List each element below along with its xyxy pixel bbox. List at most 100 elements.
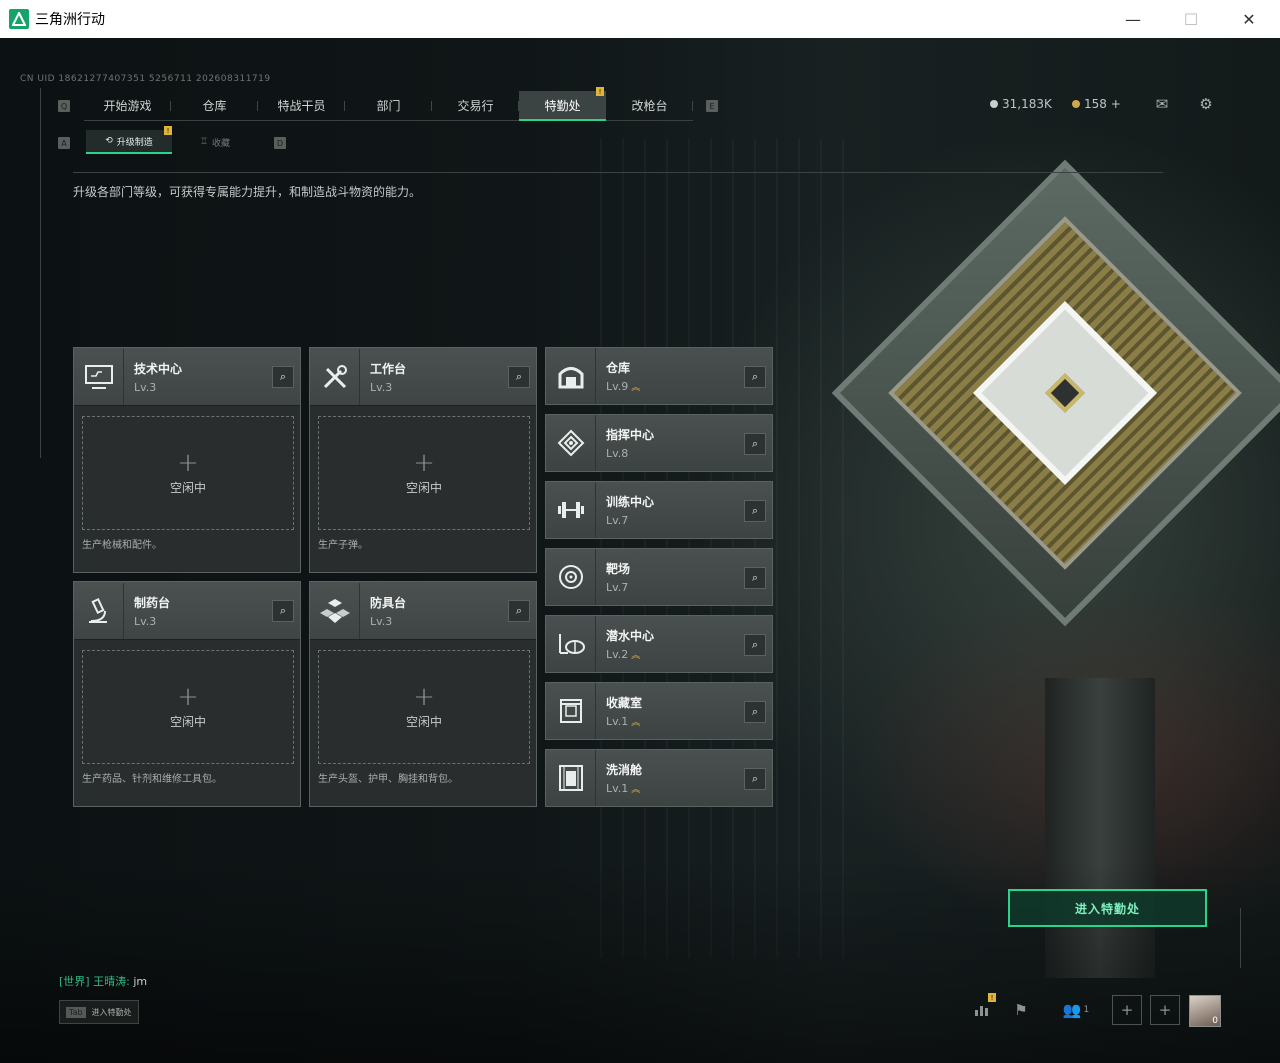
building-shooting-range[interactable]: 靶场 Lv.7 ⌕ [545, 548, 773, 606]
flag-icon[interactable]: ⚑ [1006, 995, 1036, 1025]
coin-icon [990, 100, 998, 108]
search-icon[interactable]: ⌕ [744, 433, 766, 455]
maximize-button[interactable]: ☐ [1168, 0, 1214, 38]
avatar[interactable]: 0 [1189, 995, 1221, 1027]
prev-subtab-key[interactable]: A [58, 137, 70, 149]
frame-line-left [40, 88, 41, 458]
production-card-armor[interactable]: 防具台 Lv.3 ⌕ + 空闲中 生产头盔、护甲、胸挂和背包。 [309, 581, 537, 807]
production-slot-area: + 空闲中 生产头盔、护甲、胸挂和背包。 [310, 640, 536, 806]
main-tabs: 开始游戏 仓库 特战干员 部门 交易行 特勤处! 改枪台 [84, 87, 693, 121]
search-icon[interactable]: ⌕ [744, 366, 766, 388]
card-description: 生产头盔、护甲、胸挂和背包。 [318, 774, 458, 785]
next-subtab-key[interactable]: D [274, 137, 286, 149]
mail-icon[interactable]: ✉ [1152, 94, 1172, 114]
upgrade-arrow-icon: ︽ [631, 383, 641, 393]
tab-label: 仓库 [202, 99, 227, 113]
building-level-row: Lv.1 ︽ [606, 782, 642, 795]
close-button[interactable]: ✕ [1226, 0, 1272, 38]
coin-amount: 31,183K [1002, 97, 1052, 111]
production-slot-area: + 空闲中 生产药品、针剂和维修工具包。 [74, 640, 300, 806]
prev-tab-key[interactable]: Q [58, 100, 70, 112]
settings-gear-icon[interactable]: ⚙ [1196, 94, 1216, 114]
production-slot[interactable]: + 空闲中 [82, 650, 294, 764]
add-friend-slot-1[interactable]: + [1112, 995, 1142, 1025]
enter-special-ops-button[interactable]: 进入特勤处 [1008, 889, 1207, 927]
search-icon[interactable]: ⌕ [744, 634, 766, 656]
tab-department[interactable]: 部门 [345, 91, 432, 121]
production-card-tech-center[interactable]: 技术中心 Lv.3 ⌕ + 空闲中 生产枪械和配件。 [73, 347, 301, 573]
building-level-row: Lv.1 ︽ [606, 715, 642, 728]
slot-status: 空闲中 [169, 714, 206, 729]
token-balance[interactable]: 158 + [1072, 97, 1121, 111]
card-header: 工作台 Lv.3 ⌕ [310, 348, 536, 406]
diving-icon [546, 616, 596, 672]
friends-button[interactable]: 👥 1 [1058, 995, 1094, 1025]
building-collection-room[interactable]: 收藏室 Lv.1 ︽ ⌕ [545, 682, 773, 740]
building-warehouse[interactable]: 仓库 Lv.9 ︽ ⌕ [545, 347, 773, 405]
search-icon[interactable]: ⌕ [272, 600, 294, 622]
tab-shortcut-hint[interactable]: Tab 进入特勤处 [59, 1000, 139, 1024]
building-command-center[interactable]: 指挥中心 Lv.8 ⌕ [545, 414, 773, 472]
building-diving-center[interactable]: 潜水中心 Lv.2 ︽ ⌕ [545, 615, 773, 673]
tab-market[interactable]: 交易行 [432, 91, 519, 121]
plus-icon: + [177, 447, 199, 478]
search-icon[interactable]: ⌕ [744, 567, 766, 589]
chat-line[interactable]: [世界] 王晴涛: jm [59, 973, 147, 989]
search-icon[interactable]: ⌕ [744, 701, 766, 723]
sub-tabs: ⟲ 升级制造 ! ♖ 收藏 [86, 126, 258, 154]
avatar-count: 0 [1212, 1016, 1218, 1026]
minimize-button[interactable]: — [1110, 0, 1156, 38]
building-level: Lv.3 [370, 614, 393, 628]
building-decon-chamber[interactable]: 洗消舱 Lv.1 ︽ ⌕ [545, 749, 773, 807]
subtab-upgrade-craft[interactable]: ⟲ 升级制造 ! [86, 126, 172, 154]
notification-badge: ! [988, 993, 996, 1002]
slot-status: 空闲中 [405, 480, 442, 495]
tab-label: 交易行 [457, 99, 494, 113]
building-level: Lv.7 [606, 514, 629, 527]
search-icon[interactable]: ⌕ [744, 500, 766, 522]
search-icon[interactable]: ⌕ [508, 366, 530, 388]
building-name: 靶场 [606, 562, 631, 576]
upgrade-arrow-icon: ︽ [631, 651, 641, 661]
production-card-workbench[interactable]: 工作台 Lv.3 ⌕ + 空闲中 生产子弹。 [309, 347, 537, 573]
card-description: 生产子弹。 [318, 540, 368, 551]
notification-badge: ! [596, 87, 604, 96]
add-friend-slot-2[interactable]: + [1150, 995, 1180, 1025]
building-name: 工作台 [370, 361, 407, 376]
search-icon[interactable]: ⌕ [508, 600, 530, 622]
stats-chart-icon[interactable]: ! [966, 993, 996, 1025]
search-icon[interactable]: ⌕ [272, 366, 294, 388]
tab-warehouse[interactable]: 仓库 [171, 91, 258, 121]
building-training-center[interactable]: 训练中心 Lv.7 ⌕ [545, 481, 773, 539]
production-card-pharmacy[interactable]: 制药台 Lv.3 ⌕ + 空闲中 生产药品、针剂和维修工具包。 [73, 581, 301, 807]
tab-start-game[interactable]: 开始游戏 [84, 91, 171, 121]
production-slot[interactable]: + 空闲中 [318, 650, 530, 764]
friends-icon: 👥 [1062, 1001, 1082, 1019]
window-titlebar: 三角洲行动 — ☐ ✕ [0, 0, 1280, 38]
window-title: 三角洲行动 [35, 12, 105, 28]
tab-label: 特勤处 [544, 98, 581, 113]
tab-special-ops[interactable]: 特勤处! [519, 87, 606, 121]
production-slot[interactable]: + 空闲中 [82, 416, 294, 530]
tab-operators[interactable]: 特战干员 [258, 91, 345, 121]
app-window: 三角洲行动 — ☐ ✕ CN UID 18621277407351 525671… [0, 0, 1280, 1063]
subtab-collection[interactable]: ♖ 收藏 [172, 130, 258, 154]
tab-label: 特战干员 [277, 99, 326, 113]
plus-icon: + [413, 447, 435, 478]
building-name: 仓库 [606, 361, 631, 375]
next-tab-key[interactable]: E [706, 100, 718, 112]
building-level: Lv.1 [606, 715, 629, 728]
craft-icon: ⟲ [105, 136, 113, 146]
token-icon [1072, 100, 1080, 108]
building-name: 潜水中心 [606, 629, 655, 643]
card-header: 防具台 Lv.3 ⌕ [310, 582, 536, 640]
tab-gunsmith[interactable]: 改枪台 [606, 91, 693, 121]
game-viewport: CN UID 18621277407351 5256711 2026083117… [0, 38, 1280, 1063]
tab-label: 开始游戏 [103, 99, 152, 113]
coin-balance[interactable]: 31,183K [990, 97, 1052, 111]
search-icon[interactable]: ⌕ [744, 768, 766, 790]
production-slot[interactable]: + 空闲中 [318, 416, 530, 530]
building-name: 技术中心 [134, 361, 183, 376]
tab-label: 部门 [376, 99, 401, 113]
trophy-icon: ♖ [199, 137, 209, 147]
